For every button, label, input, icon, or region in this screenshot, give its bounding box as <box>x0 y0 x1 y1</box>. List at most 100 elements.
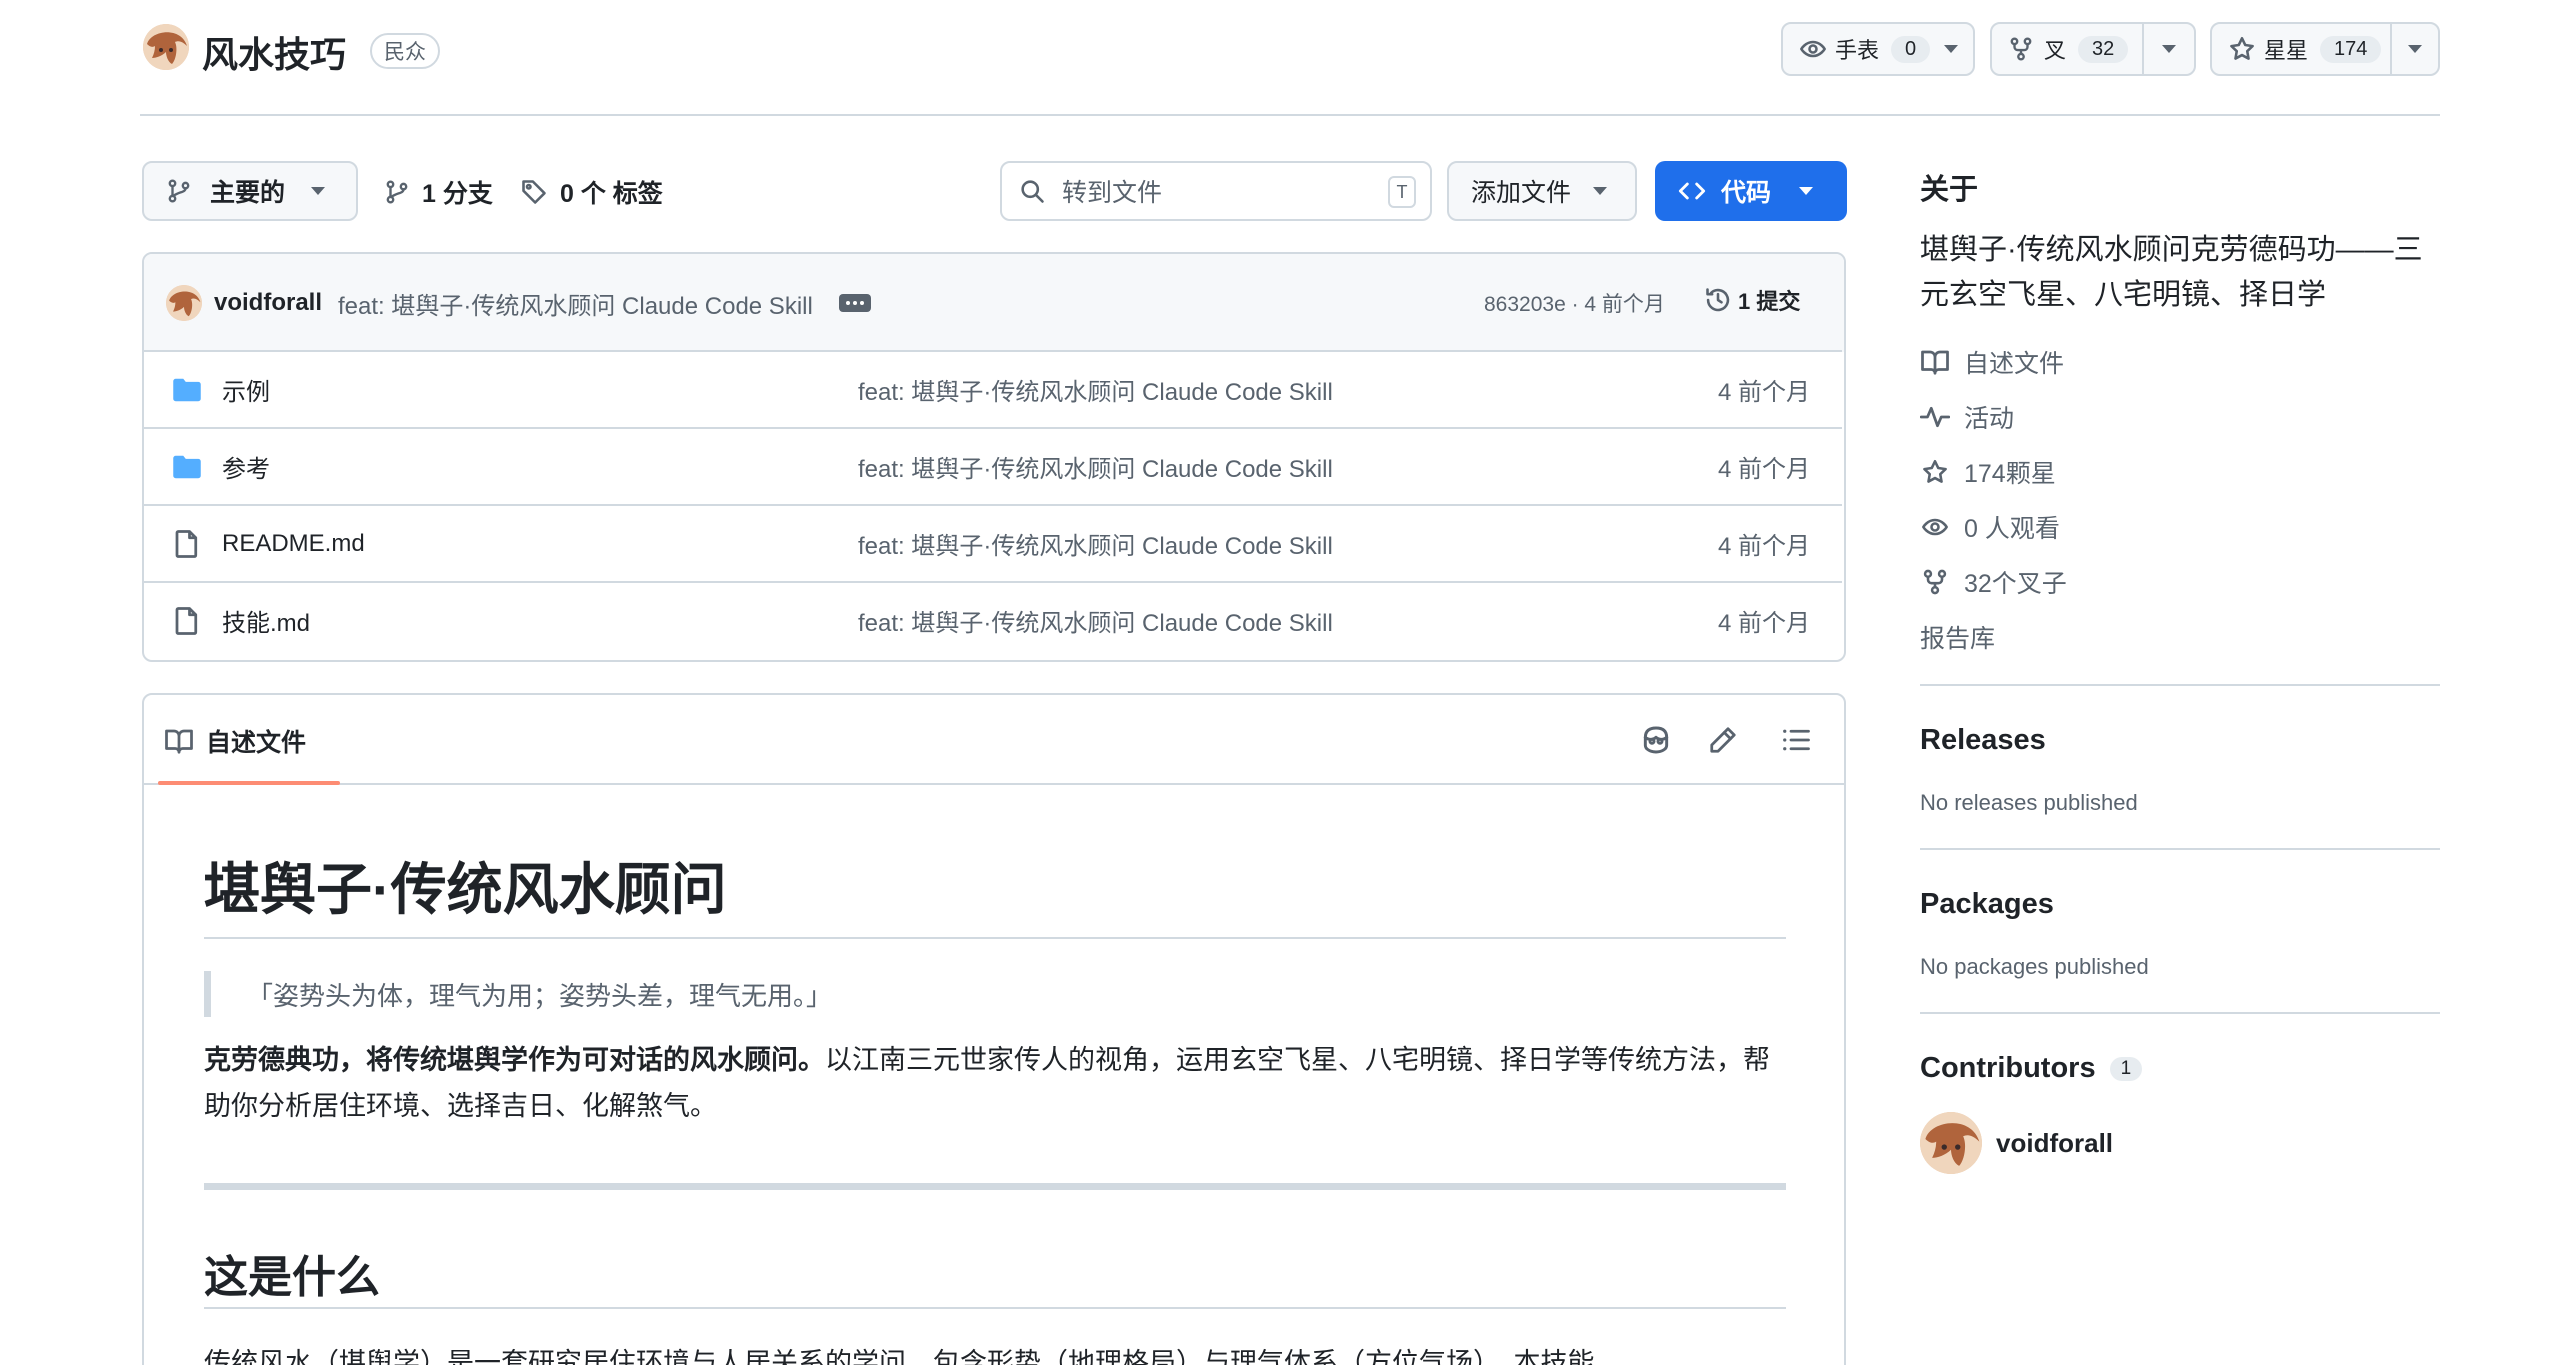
file-name[interactable]: README.md <box>222 530 365 558</box>
sidebar-stars-link[interactable]: 174颗星 <box>1920 454 2056 490</box>
file-time: 4 前个月 <box>1717 610 1810 637</box>
eye-icon <box>1799 35 1827 63</box>
star-dropdown-icon[interactable] <box>2408 45 2422 53</box>
star-icon <box>1920 458 1950 486</box>
title-divider <box>204 937 1786 939</box>
file-row[interactable]: 示例 feat: 堪舆子·传统风水顾问 Claude Code Skill 4 … <box>144 350 1842 427</box>
file-commit-message[interactable]: feat: 堪舆子·传统风水顾问 Claude Code Skill <box>858 449 1333 484</box>
copilot-icon[interactable] <box>1640 725 1672 755</box>
watch-dropdown-icon[interactable] <box>1944 45 1959 53</box>
section-heading: 这是什么 <box>204 1253 380 1302</box>
sidebar-forks-label: 32个叉子 <box>1964 570 2067 598</box>
readme-tab-underline <box>158 781 340 785</box>
chevron-down-icon <box>1593 187 1608 195</box>
branch-count-icon <box>384 179 410 205</box>
branches-label: 1 分支 <box>422 180 493 208</box>
fork-button[interactable]: 叉 32 <box>1990 22 2196 76</box>
horizontal-rule <box>204 1183 1786 1190</box>
about-description: 堪舆子·传统风水顾问克劳德码功——三元玄空飞星、八宅明镜、择日学 <box>1920 234 2423 311</box>
book-icon <box>164 727 194 755</box>
about-heading: 关于 <box>1920 174 1979 206</box>
file-name[interactable]: 参考 <box>222 449 270 484</box>
releases-note: No releases published <box>1920 790 2138 815</box>
latest-commit-bar: voidforall feat: 堪舆子·传统风水顾问 Claude Code … <box>144 254 1844 352</box>
book-icon <box>1920 348 1950 376</box>
goto-file-placeholder: 转到文件 <box>1062 179 1163 207</box>
commit-author[interactable]: voidforall <box>214 289 322 317</box>
star-count: 174 <box>2320 35 2382 63</box>
header-divider <box>140 114 2440 116</box>
sidebar-watching-label: 0 人观看 <box>1964 515 2060 543</box>
readme-tab-label: 自述文件 <box>206 729 307 757</box>
file-commit-message[interactable]: feat: 堪舆子·传统风水顾问 Claude Code Skill <box>858 372 1333 407</box>
tag-icon <box>520 178 548 206</box>
file-row[interactable]: README.md feat: 堪舆子·传统风水顾问 Claude Code S… <box>144 504 1842 581</box>
history-icon <box>1704 286 1732 314</box>
branch-select[interactable]: 主要的 <box>142 161 358 221</box>
sidebar-readme-label: 自述文件 <box>1964 350 2065 378</box>
ellipsis-icon[interactable] <box>838 294 871 312</box>
file-time: 4 前个月 <box>1717 533 1810 560</box>
goto-file-input[interactable]: 转到文件 T <box>1000 161 1432 221</box>
code-button[interactable]: 代码 <box>1655 161 1847 221</box>
report-label: 报告库 <box>1920 625 1996 653</box>
file-icon <box>174 529 200 559</box>
report-repository-link[interactable]: 报告库 <box>1920 619 1995 655</box>
visibility-badge: 民众 <box>370 33 440 69</box>
commits-link[interactable]: 1 提交 <box>1704 284 1800 316</box>
sidebar-stars-label: 174颗星 <box>1964 460 2056 488</box>
sidebar-activity-link[interactable]: 活动 <box>1920 399 2014 435</box>
file-time: 4 前个月 <box>1717 379 1810 406</box>
commit-message[interactable]: feat: 堪舆子·传统风水顾问 Claude Code Skill <box>338 286 813 321</box>
branch-icon <box>166 178 192 204</box>
commits-count: 1 提交 <box>1738 289 1801 314</box>
fork-icon <box>2008 36 2034 62</box>
contributor-name[interactable]: voidforall <box>1996 1128 2113 1159</box>
fork-dropdown-icon[interactable] <box>2162 45 2176 53</box>
search-icon <box>1018 177 1046 205</box>
repo-owner-avatar[interactable] <box>143 24 189 70</box>
file-row[interactable]: 技能.md feat: 堪舆子·传统风水顾问 Claude Code Skill… <box>144 581 1842 658</box>
file-commit-message[interactable]: feat: 堪舆子·传统风水顾问 Claude Code Skill <box>858 526 1333 561</box>
contributors-header[interactable]: Contributors 1 <box>1920 1052 2143 1085</box>
sidebar-watching-link[interactable]: 0 人观看 <box>1920 509 2060 545</box>
pencil-icon[interactable] <box>1708 725 1738 755</box>
chevron-down-icon <box>311 187 326 195</box>
quote-text: 「姿势头为体，理气为用；姿势头差，理气无用。」 <box>247 980 833 1011</box>
commit-author-avatar[interactable] <box>166 285 202 321</box>
blockquote: 「姿势头为体，理气为用；姿势头差，理气无用。」 <box>204 971 832 1017</box>
chevron-down-icon <box>1799 187 1814 195</box>
watch-button[interactable]: 手表 0 <box>1781 22 1975 76</box>
repo-name[interactable]: 风水技巧 <box>202 26 346 78</box>
intro-bold: 克劳德典功，将传统堪舆学作为可对话的风水顾问。 <box>204 1045 825 1075</box>
packages-heading[interactable]: Packages <box>1920 888 2054 921</box>
file-commit-message[interactable]: feat: 堪舆子·传统风水顾问 Claude Code Skill <box>858 603 1333 638</box>
fork-count: 32 <box>2078 35 2129 63</box>
fork-label: 叉 <box>2044 38 2067 63</box>
contributors-heading: Contributors <box>1920 1052 2096 1084</box>
contributor-avatar[interactable] <box>1920 1112 1982 1174</box>
section-paragraph: 传统风水（堪舆学）是一套研究居住环境与人居关系的学问，包含形势（地理格局）与理气… <box>204 1348 1595 1365</box>
file-row[interactable]: 参考 feat: 堪舆子·传统风水顾问 Claude Code Skill 4 … <box>144 427 1842 504</box>
add-file-button[interactable]: 添加文件 <box>1447 161 1637 221</box>
sidebar-forks-link[interactable]: 32个叉子 <box>1920 564 2067 600</box>
star-button[interactable]: 星星 174 <box>2210 22 2440 76</box>
outline-list-icon[interactable] <box>1780 725 1812 755</box>
contributors-count: 1 <box>2109 1056 2143 1081</box>
sidebar-readme-link[interactable]: 自述文件 <box>1920 344 2064 380</box>
fork-icon <box>1920 568 1950 596</box>
commit-hash-time[interactable]: 863203e · 4 前个月 <box>1484 288 1665 318</box>
code-icon <box>1677 177 1707 205</box>
tags-link[interactable]: 0 个 标签 <box>520 174 663 210</box>
pulse-icon <box>1920 403 1950 431</box>
watch-label: 手表 <box>1835 38 1880 63</box>
readme-tab[interactable]: 自述文件 <box>158 715 312 767</box>
file-name[interactable]: 示例 <box>222 372 270 407</box>
file-name[interactable]: 技能.md <box>222 603 310 638</box>
file-icon <box>174 606 200 636</box>
readme-header: 自述文件 <box>144 695 1844 785</box>
releases-heading[interactable]: Releases <box>1920 724 2046 757</box>
branches-link[interactable]: 1 分支 <box>384 174 493 210</box>
contributor-item[interactable]: voidforall <box>1920 1112 2113 1174</box>
readme-title: 堪舆子·传统风水顾问 <box>204 858 727 921</box>
